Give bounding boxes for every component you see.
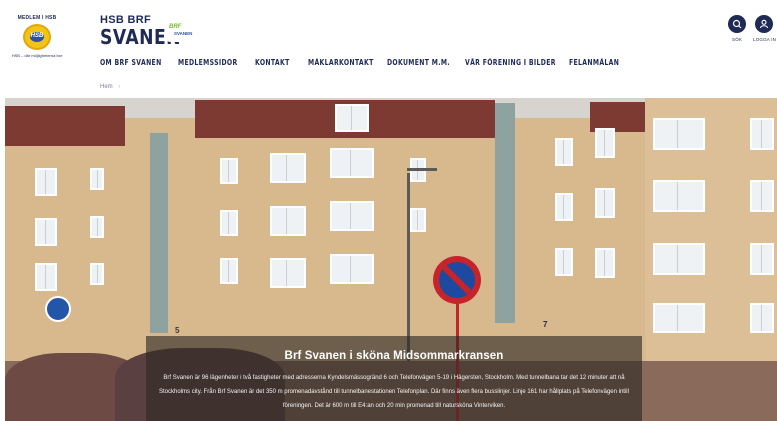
brf-svanen-logo[interactable]: BRF SVANEN (167, 22, 195, 42)
window (410, 208, 426, 232)
window (330, 148, 374, 178)
login-label[interactable]: LOGGA IN (753, 37, 776, 42)
hsb-member-logo[interactable]: MEDLEM I HSB HSB HSB – där möjligheterna… (6, 15, 68, 67)
window (335, 104, 369, 132)
window (90, 263, 104, 285)
hero-body-text: Brf Svanen är 96 lägenheter i två fastig… (159, 375, 629, 409)
stairwell-glass-right (495, 103, 515, 323)
nav-item-kontakt[interactable]: KONTAKT (255, 58, 290, 67)
window (90, 168, 104, 190)
house-number-left: 5 (175, 326, 180, 335)
window (270, 153, 306, 183)
window (35, 218, 57, 246)
window (555, 248, 573, 276)
stairwell-glass-left (150, 133, 168, 333)
hero-title: Brf Svanen i sköna Midsommarkransen (284, 350, 504, 362)
nav-item-maklarkontakt[interactable]: MÄKLARKONTAKT (308, 58, 374, 67)
window (270, 258, 306, 288)
nav-item-medlemssidor[interactable]: MEDLEMSSIDOR (178, 58, 238, 67)
hsb-logo-top-text: MEDLEM I HSB (17, 15, 57, 21)
hsb-logo-tagline: HSB – där möjligheterna bor (11, 53, 63, 58)
window (330, 254, 374, 284)
nav-item-dokument[interactable]: DOKUMENT M.M. (387, 58, 450, 67)
window (595, 128, 615, 158)
window (270, 206, 306, 236)
window (653, 118, 705, 150)
window (90, 216, 104, 238)
window (220, 210, 238, 236)
nav-item-om-brf-svanen[interactable]: OM BRF SVANEN (100, 58, 162, 67)
window (595, 188, 615, 218)
window (35, 168, 57, 196)
window (330, 201, 374, 231)
user-icon (759, 19, 769, 29)
window (595, 248, 615, 278)
window (653, 303, 705, 333)
svan-logo-line-2: SVANEN (174, 31, 193, 36)
nav-item-var-forening-i-bilder[interactable]: VÅR FÖRENING I BILDER (465, 58, 556, 67)
nav-item-felanmalan[interactable]: FELANMÄLAN (569, 58, 619, 67)
street-lamp-arm (407, 168, 437, 171)
window (220, 158, 238, 184)
hero-banner: 5 7 Brf Svanen i sköna Midsommarkransen … (5, 98, 777, 421)
breadcrumb: Hem › (100, 84, 120, 90)
window (750, 243, 774, 275)
window (750, 180, 774, 212)
search-label[interactable]: SÖK (732, 37, 742, 42)
roof-left (5, 106, 125, 146)
search-icon (732, 19, 742, 29)
house-number-right: 7 (543, 320, 548, 329)
search-button[interactable] (728, 15, 746, 33)
window (653, 180, 705, 212)
window (35, 263, 57, 291)
window (750, 118, 774, 150)
bicycle-sign-icon (45, 296, 71, 322)
hero-caption: Brf Svanen i sköna Midsommarkransen Brf … (146, 336, 642, 421)
window (555, 193, 573, 221)
hsb-badge-icon: HSB (23, 24, 51, 50)
svan-logo-line-1: BRF (169, 24, 182, 30)
breadcrumb-home[interactable]: Hem (100, 84, 113, 90)
breadcrumb-separator: › (118, 84, 121, 90)
window (220, 258, 238, 284)
window (555, 138, 573, 166)
hsb-badge-text: HSB (30, 33, 44, 39)
login-button[interactable] (755, 15, 773, 33)
site-header: MEDLEM I HSB HSB HSB – där möjligheterna… (0, 0, 777, 98)
window (750, 303, 774, 333)
window (653, 243, 705, 275)
no-stopping-sign-icon (433, 256, 481, 304)
